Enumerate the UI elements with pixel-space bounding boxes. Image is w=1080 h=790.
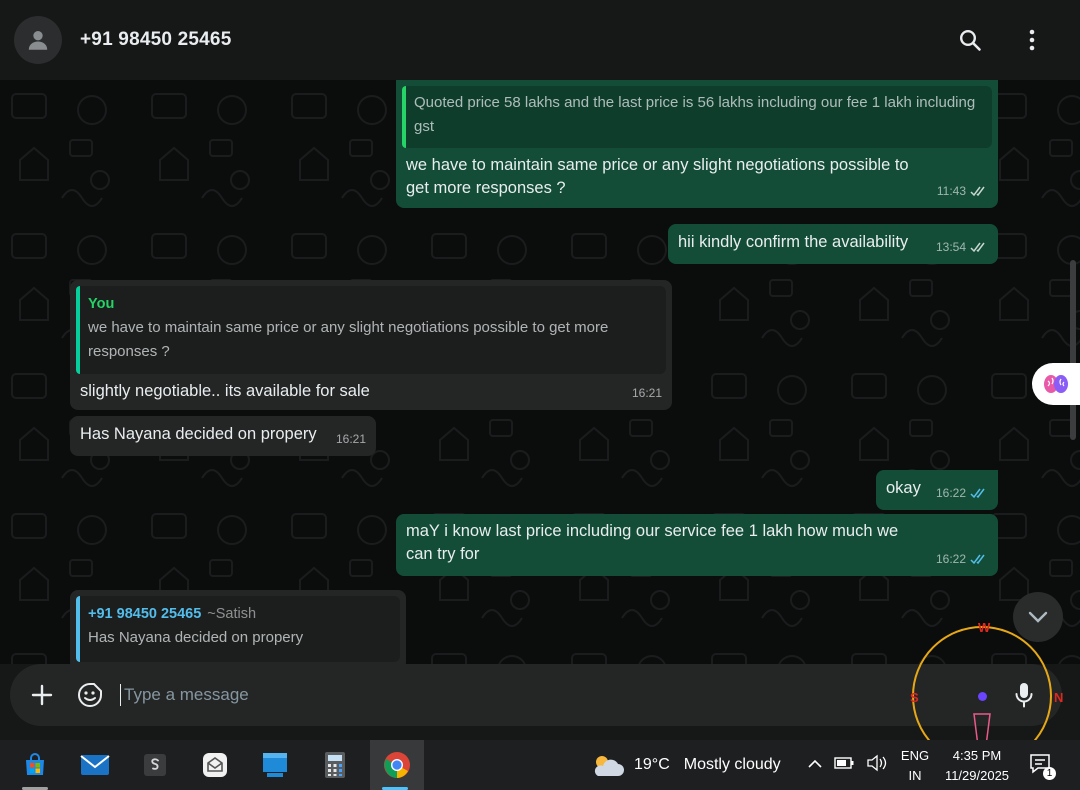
read-receipt-icon	[970, 186, 985, 197]
text-caret	[120, 684, 121, 706]
composer	[0, 664, 1080, 740]
plus-icon	[31, 684, 53, 706]
chrome-icon	[384, 752, 410, 778]
message-text: slightly negotiable.. its available for …	[80, 382, 370, 400]
message-time: 11:43	[936, 184, 966, 198]
avatar[interactable]	[14, 16, 62, 64]
taskbar-mail-app[interactable]	[190, 740, 240, 790]
message-input[interactable]	[124, 685, 1010, 705]
message-text: Has Nayana decided on propery	[80, 425, 317, 443]
microphone-icon	[1015, 683, 1033, 708]
notification-center-button[interactable]: 1	[1028, 752, 1056, 780]
volume-button[interactable]	[866, 754, 888, 777]
quoted-message[interactable]: +91 98450 25465 ~Satish Has Nayana decide…	[76, 596, 400, 662]
clock-time: 4:35 PM	[952, 748, 1002, 763]
contact-name[interactable]: +91 98450 25465	[80, 29, 231, 51]
quoted-author: +91 98450 25465 ~Satish	[88, 606, 257, 622]
quoted-text: Has Nayana decided on propery	[88, 629, 304, 646]
speaker-icon	[867, 754, 887, 771]
weather-widget[interactable]: 19°C Mostly cloudy	[590, 740, 781, 790]
window-app-icon	[263, 753, 287, 777]
taskbar-calculator[interactable]	[310, 740, 360, 790]
quoted-author: You	[88, 296, 115, 312]
taskbar-store[interactable]	[10, 740, 60, 790]
message-meta: 13:54	[936, 236, 988, 259]
sticker-icon	[78, 683, 102, 707]
message-meta: 16:21	[632, 382, 662, 405]
attach-button[interactable]	[28, 681, 56, 709]
system-tray	[808, 740, 888, 790]
scroll-down-button[interactable]	[1013, 592, 1063, 642]
message-bubble-outgoing[interactable]: hii kindly confirm the availability 13:5…	[668, 224, 998, 264]
compose-bar	[10, 664, 1062, 726]
search-icon	[959, 29, 981, 51]
message-bubble-incoming[interactable]: You we have to maintain same price or an…	[70, 280, 672, 410]
message-text: we have to maintain same price or any sl…	[406, 156, 909, 197]
message-time: 16:21	[631, 386, 662, 400]
clock-date: 11/29/2025	[944, 768, 1010, 783]
voice-message-button[interactable]	[1010, 681, 1038, 709]
more-vertical-icon	[1029, 29, 1035, 51]
read-receipt-icon	[970, 554, 985, 565]
message-time: 13:54	[935, 240, 966, 254]
chat-header: +91 98450 25465	[0, 0, 1080, 80]
message-bubble-outgoing[interactable]: maY i know last price including our serv…	[396, 514, 998, 576]
quoted-text: we have to maintain same price or any sl…	[88, 319, 609, 360]
message-meta: 16:22	[936, 548, 988, 571]
chevron-down-icon	[1028, 611, 1048, 623]
battery-icon	[834, 757, 854, 769]
scrollbar-thumb[interactable]	[1070, 260, 1076, 440]
message-time: 16:22	[935, 552, 966, 566]
extension-button[interactable]	[1032, 363, 1080, 405]
brain-icon	[1044, 375, 1068, 393]
read-receipt-icon	[970, 242, 985, 253]
message-meta: 16:21	[336, 428, 366, 451]
message-text: maY i know last price including our serv…	[406, 522, 899, 563]
chat-panel[interactable]: Quoted price 58 lakhs and the last price…	[0, 80, 1080, 664]
message-meta: 11:43	[937, 180, 988, 203]
message-bubble-incoming[interactable]: +91 98450 25465 ~Satish Has Nayana decide…	[70, 590, 406, 664]
weather-temperature: 19°C	[634, 756, 670, 773]
taskbar-chrome[interactable]	[370, 740, 424, 790]
sticker-button[interactable]	[76, 681, 104, 709]
message-time: 16:21	[335, 432, 366, 446]
mail-icon	[80, 755, 110, 775]
message-meta: 16:22	[936, 482, 988, 505]
message-bubble-outgoing[interactable]: okay 16:22	[876, 470, 998, 510]
envelope-open-icon	[203, 753, 227, 777]
read-receipt-icon	[970, 488, 985, 499]
chevron-up-icon	[808, 759, 822, 768]
person-icon	[28, 31, 48, 50]
s-app-icon	[144, 754, 166, 776]
battery-button[interactable]	[834, 756, 854, 774]
message-bubble-outgoing[interactable]: Quoted price 58 lakhs and the last price…	[396, 80, 998, 208]
clock[interactable]: 4:35 PM 11/29/2025	[938, 746, 1016, 786]
message-bubble-incoming[interactable]: Has Nayana decided on propery 16:21	[70, 416, 376, 456]
message-time: 16:22	[935, 486, 966, 500]
taskbar-explorer[interactable]	[250, 740, 300, 790]
windows-taskbar: 19°C Mostly cloudy ENG IN 4:35 PM 11/29/…	[0, 740, 1080, 790]
language-indicator[interactable]: ENG IN	[898, 746, 932, 786]
quoted-message[interactable]: You we have to maintain same price or an…	[76, 286, 666, 374]
notification-count: 1	[1043, 767, 1056, 780]
calculator-icon	[325, 752, 345, 778]
cloud-sun-icon	[594, 756, 624, 776]
quoted-text: Quoted price 58 lakhs and the last price…	[414, 94, 976, 135]
taskbar-mail[interactable]	[70, 740, 120, 790]
weather-condition: Mostly cloudy	[683, 756, 781, 773]
quoted-message[interactable]: Quoted price 58 lakhs and the last price…	[402, 86, 992, 148]
store-icon	[26, 753, 44, 775]
taskbar-app-s[interactable]	[130, 740, 180, 790]
show-hidden-icons-button[interactable]	[808, 756, 822, 774]
menu-button[interactable]	[1016, 24, 1048, 56]
search-button[interactable]	[954, 24, 986, 56]
